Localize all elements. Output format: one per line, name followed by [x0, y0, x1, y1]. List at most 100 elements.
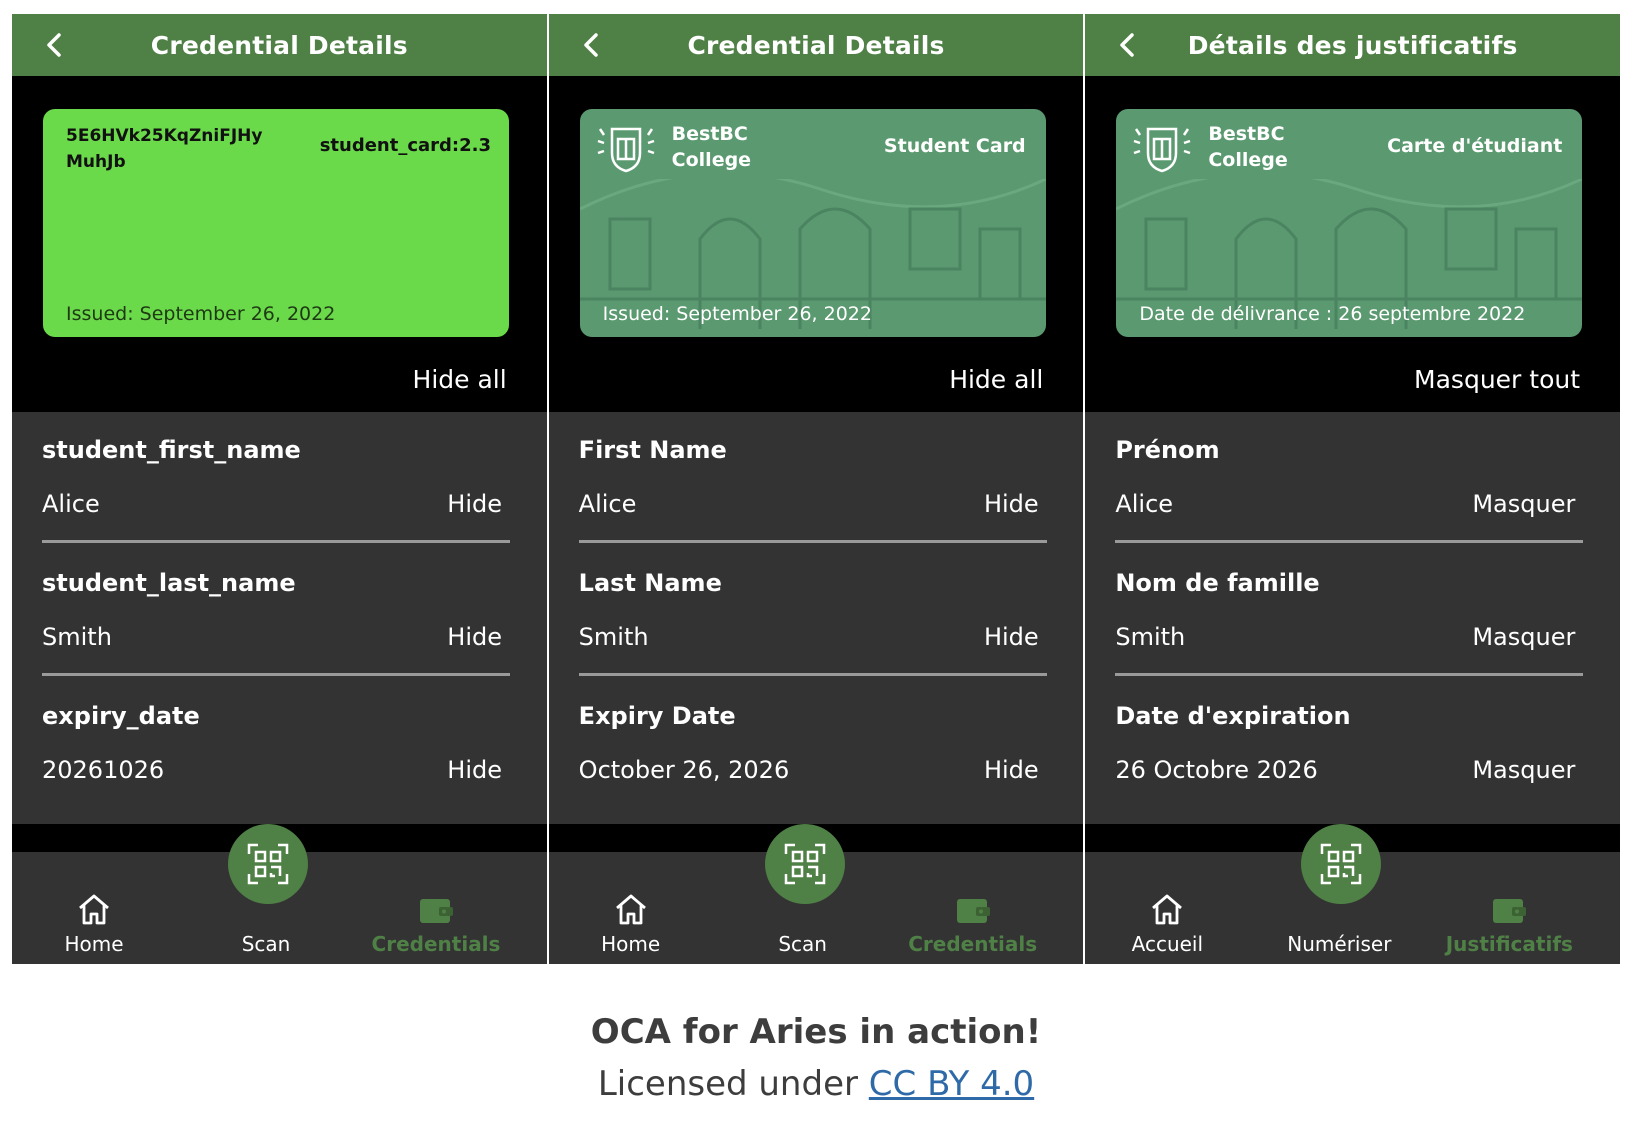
- nav-home-label: Accueil: [1131, 932, 1204, 956]
- nav-home-label: Home: [601, 932, 661, 956]
- hide-button[interactable]: Hide: [447, 623, 510, 651]
- nav-credentials-label: Credentials: [908, 932, 1038, 956]
- divider: [1115, 540, 1584, 543]
- attribute-list: Prénom Alice Masquer Nom de famille Smith…: [1085, 412, 1621, 824]
- header-title: Credential Details: [150, 30, 408, 60]
- nav-credentials[interactable]: Justificatifs: [1429, 894, 1589, 956]
- nav-scan[interactable]: Scan: [186, 932, 346, 956]
- hide-all-button[interactable]: Hide all: [413, 365, 507, 394]
- credential-card[interactable]: 5E6HVk25KqZniFJHy MuhJb student_card:2.3…: [43, 109, 509, 337]
- attribute-item: Expiry Date October 26, 2026 Hide: [579, 702, 1047, 784]
- app-header: Credential Details: [548, 14, 1084, 76]
- hide-button[interactable]: Hide: [447, 756, 510, 784]
- wallet-icon: [1493, 899, 1527, 923]
- nav-home-label: Home: [64, 932, 124, 956]
- attribute-label: Nom de famille: [1115, 569, 1320, 597]
- figure-caption: OCA for Aries in action!: [590, 1012, 1042, 1052]
- scan-button[interactable]: [764, 824, 845, 904]
- attribute-item: Last Name Smith Hide: [578, 569, 1047, 676]
- nav-credentials[interactable]: Credentials: [356, 894, 516, 956]
- home-icon: [79, 894, 109, 925]
- credential-card[interactable]: BestBC College Carte d'étudiant Date de d…: [1116, 109, 1583, 337]
- app-header: Credential Details: [12, 14, 547, 76]
- attribute-label: First Name: [578, 436, 727, 464]
- home-icon: [1152, 894, 1183, 925]
- divider: [578, 540, 1047, 543]
- issued-date: Issued: September 26, 2022: [602, 303, 872, 325]
- hide-button[interactable]: Hide: [447, 490, 510, 518]
- back-arrow-icon[interactable]: [577, 30, 607, 60]
- attribute-value: Smith: [42, 623, 112, 651]
- attribute-item: First Name Alice Hide: [578, 436, 1047, 543]
- back-arrow-icon[interactable]: [1113, 30, 1143, 60]
- attribute-list: First Name Alice Hide Last Name Smith Hide…: [548, 412, 1084, 824]
- divider: [42, 673, 510, 676]
- hide-button[interactable]: Masquer: [1472, 623, 1583, 651]
- nav-credentials[interactable]: Credentials: [893, 894, 1053, 956]
- college-logo-icon: [1133, 127, 1191, 173]
- scan-button[interactable]: [1301, 824, 1382, 904]
- attribute-item: student_last_name Smith Hide: [42, 569, 510, 676]
- divider: [578, 673, 1047, 676]
- phone-screen-2: Credential Details BestBC College Student…: [548, 14, 1084, 964]
- college-name: BestBC College: [671, 123, 752, 171]
- bottom-nav: Home Scan Credentials: [12, 824, 547, 964]
- attribute-value: Smith: [1115, 623, 1186, 651]
- license-link[interactable]: CC BY 4.0: [869, 1064, 1034, 1104]
- divider: [42, 540, 510, 543]
- card-zone: 5E6HVk25KqZniFJHy MuhJb student_card:2.3…: [12, 76, 547, 412]
- issued-date: Issued: September 26, 2022: [66, 303, 336, 325]
- scan-button[interactable]: [228, 824, 308, 904]
- attribute-item: Nom de famille Smith Masquer: [1115, 569, 1584, 676]
- college-name: BestBC College: [1208, 123, 1288, 171]
- college-logo-icon: [597, 127, 655, 173]
- card-zone: BestBC College Carte d'étudiant Date de d…: [1085, 76, 1620, 412]
- header-title: Détails des justificatifs: [1187, 30, 1518, 60]
- app-header: Détails des justificatifs: [1085, 14, 1621, 76]
- hide-button[interactable]: Masquer: [1472, 756, 1583, 784]
- attribute-value: 26 Octobre 2026: [1115, 756, 1318, 784]
- qr-code-icon: [247, 843, 289, 885]
- hide-button[interactable]: Hide: [984, 756, 1047, 784]
- hide-button[interactable]: Masquer: [1472, 490, 1583, 518]
- home-icon: [615, 894, 646, 925]
- nav-scan[interactable]: Scan: [723, 932, 883, 956]
- hide-all-button[interactable]: Hide all: [949, 365, 1043, 394]
- attribute-value: 20261026: [42, 756, 165, 784]
- attribute-value: Smith: [578, 623, 649, 651]
- bottom-nav: Home Scan Credentials: [548, 824, 1084, 964]
- attribute-value: Alice: [1115, 490, 1174, 518]
- nav-home[interactable]: Home: [14, 892, 174, 956]
- hide-button[interactable]: Hide: [984, 623, 1047, 651]
- attribute-label: Date d'expiration: [1115, 702, 1351, 730]
- back-arrow-icon[interactable]: [40, 30, 70, 60]
- divider: [1115, 673, 1584, 676]
- hide-all-button[interactable]: Masquer tout: [1414, 365, 1580, 394]
- header-title: Credential Details: [687, 30, 945, 60]
- credential-schema: student_card:2.3: [319, 135, 491, 156]
- attribute-label: student_first_name: [42, 436, 301, 464]
- attribute-item: student_first_name Alice Hide: [42, 436, 510, 543]
- attribute-label: Prénom: [1115, 436, 1220, 464]
- credential-type: Carte d'étudiant: [1387, 135, 1563, 157]
- attribute-item: Prénom Alice Masquer: [1115, 436, 1584, 543]
- phone-screen-1: Credential Details 5E6HVk25KqZniFJHy Muh…: [12, 14, 547, 964]
- nav-home[interactable]: Home: [551, 892, 711, 956]
- screenshots-row: Credential Details 5E6HVk25KqZniFJHy Muh…: [12, 14, 1621, 964]
- nav-scan-label: Scan: [241, 932, 291, 956]
- attribute-list: student_first_name Alice Hide student_las…: [12, 412, 547, 824]
- nav-scan-label: Scan: [778, 932, 827, 956]
- nav-home[interactable]: Accueil: [1087, 892, 1247, 956]
- hide-button[interactable]: Hide: [984, 490, 1047, 518]
- issued-date: Date de délivrance : 26 septembre 2022: [1139, 303, 1526, 325]
- bottom-nav: Accueil Numériser Justificatifs: [1085, 824, 1621, 964]
- attribute-value: Alice: [578, 490, 637, 518]
- credential-type: Student Card: [883, 135, 1026, 157]
- attribute-label: Expiry Date: [578, 702, 736, 730]
- nav-scan[interactable]: Numériser: [1259, 932, 1419, 956]
- credential-card[interactable]: BestBC College Student Card Issued: Septe…: [579, 109, 1046, 337]
- attribute-label: expiry_date: [42, 702, 200, 730]
- license-prefix: Licensed under: [597, 1064, 869, 1104]
- wallet-icon: [420, 899, 453, 923]
- attribute-label: Last Name: [578, 569, 722, 597]
